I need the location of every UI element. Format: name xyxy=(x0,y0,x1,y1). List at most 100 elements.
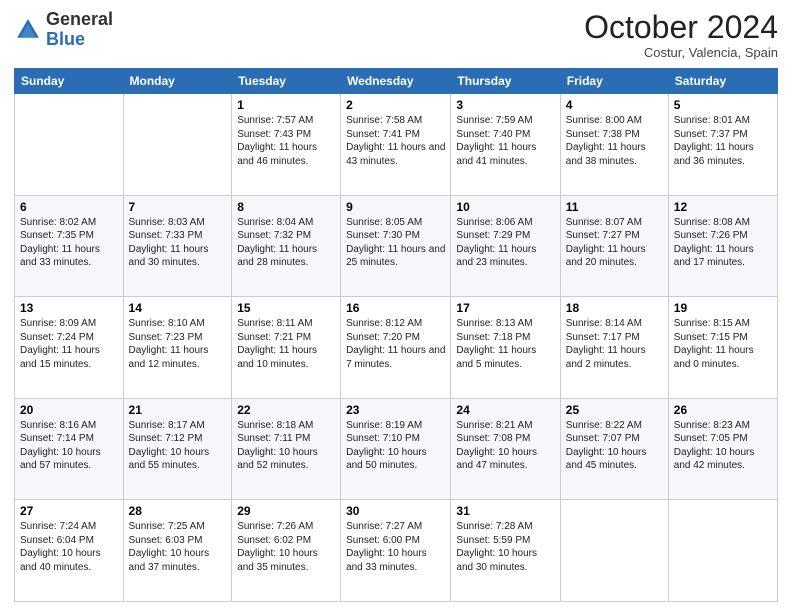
day-number: 1 xyxy=(237,98,335,112)
calendar-cell: 27 Sunrise: 7:24 AM Sunset: 6:04 PM Dayli… xyxy=(15,500,124,602)
day-info: Sunrise: 7:57 AM Sunset: 7:43 PM Dayligh… xyxy=(237,114,335,168)
day-number: 14 xyxy=(129,301,227,315)
day-info: Sunrise: 8:09 AM Sunset: 7:24 PM Dayligh… xyxy=(20,317,118,371)
calendar-cell: 23 Sunrise: 8:19 AM Sunset: 7:10 PM Dayli… xyxy=(341,398,451,500)
day-info: Sunrise: 8:14 AM Sunset: 7:17 PM Dayligh… xyxy=(566,317,663,371)
day-number: 15 xyxy=(237,301,335,315)
day-number: 31 xyxy=(456,504,554,518)
calendar-cell xyxy=(15,94,124,196)
day-info: Sunrise: 8:21 AM Sunset: 7:08 PM Dayligh… xyxy=(456,419,554,473)
day-number: 5 xyxy=(674,98,772,112)
calendar-week-2: 6Sunrise: 8:02 AM Sunset: 7:35 PM Daylig… xyxy=(15,195,778,297)
day-number: 16 xyxy=(346,301,445,315)
calendar-cell: 7 Sunrise: 8:03 AM Sunset: 7:33 PM Daylig… xyxy=(123,195,232,297)
day-info: Sunrise: 8:19 AM Sunset: 7:10 PM Dayligh… xyxy=(346,419,445,473)
logo-icon xyxy=(14,16,42,44)
calendar-cell: 25Sunrise: 8:22 AM Sunset: 7:07 PM Dayli… xyxy=(560,398,668,500)
day-info: Sunrise: 7:59 AM Sunset: 7:40 PM Dayligh… xyxy=(456,114,554,168)
calendar: SundayMondayTuesdayWednesdayThursdayFrid… xyxy=(14,68,778,602)
calendar-cell: 20Sunrise: 8:16 AM Sunset: 7:14 PM Dayli… xyxy=(15,398,124,500)
calendar-cell: 14 Sunrise: 8:10 AM Sunset: 7:23 PM Dayli… xyxy=(123,297,232,399)
day-info: Sunrise: 7:27 AM Sunset: 6:00 PM Dayligh… xyxy=(346,520,445,574)
day-info: Sunrise: 8:10 AM Sunset: 7:23 PM Dayligh… xyxy=(129,317,227,371)
day-info: Sunrise: 8:15 AM Sunset: 7:15 PM Dayligh… xyxy=(674,317,772,371)
day-number: 26 xyxy=(674,403,772,417)
calendar-week-4: 20Sunrise: 8:16 AM Sunset: 7:14 PM Dayli… xyxy=(15,398,778,500)
calendar-cell: 29 Sunrise: 7:26 AM Sunset: 6:02 PM Dayli… xyxy=(232,500,341,602)
day-info: Sunrise: 7:58 AM Sunset: 7:41 PM Dayligh… xyxy=(346,114,445,168)
day-number: 7 xyxy=(129,200,227,214)
month-title: October 2024 xyxy=(584,10,778,45)
day-number: 30 xyxy=(346,504,445,518)
calendar-header-friday: Friday xyxy=(560,69,668,94)
calendar-cell: 24 Sunrise: 8:21 AM Sunset: 7:08 PM Dayli… xyxy=(451,398,560,500)
day-info: Sunrise: 8:08 AM Sunset: 7:26 PM Dayligh… xyxy=(674,216,772,270)
calendar-cell: 30 Sunrise: 7:27 AM Sunset: 6:00 PM Dayli… xyxy=(341,500,451,602)
day-number: 25 xyxy=(566,403,663,417)
day-info: Sunrise: 8:06 AM Sunset: 7:29 PM Dayligh… xyxy=(456,216,554,270)
calendar-cell: 4 Sunrise: 8:00 AM Sunset: 7:38 PM Daylig… xyxy=(560,94,668,196)
day-number: 18 xyxy=(566,301,663,315)
day-number: 23 xyxy=(346,403,445,417)
calendar-cell: 3Sunrise: 7:59 AM Sunset: 7:40 PM Daylig… xyxy=(451,94,560,196)
calendar-cell xyxy=(560,500,668,602)
calendar-cell: 21 Sunrise: 8:17 AM Sunset: 7:12 PM Dayli… xyxy=(123,398,232,500)
calendar-cell: 2Sunrise: 7:58 AM Sunset: 7:41 PM Daylig… xyxy=(341,94,451,196)
calendar-cell: 19 Sunrise: 8:15 AM Sunset: 7:15 PM Dayli… xyxy=(668,297,777,399)
day-info: Sunrise: 8:03 AM Sunset: 7:33 PM Dayligh… xyxy=(129,216,227,270)
calendar-cell: 22Sunrise: 8:18 AM Sunset: 7:11 PM Dayli… xyxy=(232,398,341,500)
logo: General Blue xyxy=(14,10,113,50)
calendar-cell: 28Sunrise: 7:25 AM Sunset: 6:03 PM Dayli… xyxy=(123,500,232,602)
day-number: 27 xyxy=(20,504,118,518)
calendar-cell: 13 Sunrise: 8:09 AM Sunset: 7:24 PM Dayli… xyxy=(15,297,124,399)
calendar-cell: 26Sunrise: 8:23 AM Sunset: 7:05 PM Dayli… xyxy=(668,398,777,500)
calendar-cell: 9Sunrise: 8:05 AM Sunset: 7:30 PM Daylig… xyxy=(341,195,451,297)
day-info: Sunrise: 8:07 AM Sunset: 7:27 PM Dayligh… xyxy=(566,216,663,270)
day-number: 17 xyxy=(456,301,554,315)
calendar-cell: 1 Sunrise: 7:57 AM Sunset: 7:43 PM Daylig… xyxy=(232,94,341,196)
calendar-cell: 10Sunrise: 8:06 AM Sunset: 7:29 PM Dayli… xyxy=(451,195,560,297)
day-info: Sunrise: 8:05 AM Sunset: 7:30 PM Dayligh… xyxy=(346,216,445,270)
day-info: Sunrise: 7:24 AM Sunset: 6:04 PM Dayligh… xyxy=(20,520,118,574)
calendar-header-wednesday: Wednesday xyxy=(341,69,451,94)
calendar-cell: 17 Sunrise: 8:13 AM Sunset: 7:18 PM Dayli… xyxy=(451,297,560,399)
calendar-week-5: 27 Sunrise: 7:24 AM Sunset: 6:04 PM Dayli… xyxy=(15,500,778,602)
logo-general: General xyxy=(46,9,113,29)
day-number: 8 xyxy=(237,200,335,214)
calendar-cell: 8 Sunrise: 8:04 AM Sunset: 7:32 PM Daylig… xyxy=(232,195,341,297)
calendar-header-row: SundayMondayTuesdayWednesdayThursdayFrid… xyxy=(15,69,778,94)
day-number: 24 xyxy=(456,403,554,417)
day-info: Sunrise: 8:11 AM Sunset: 7:21 PM Dayligh… xyxy=(237,317,335,371)
day-info: Sunrise: 8:13 AM Sunset: 7:18 PM Dayligh… xyxy=(456,317,554,371)
title-block: October 2024 Costur, Valencia, Spain xyxy=(584,10,778,60)
calendar-cell xyxy=(123,94,232,196)
day-number: 20 xyxy=(20,403,118,417)
logo-blue: Blue xyxy=(46,29,85,49)
calendar-cell: 11 Sunrise: 8:07 AM Sunset: 7:27 PM Dayli… xyxy=(560,195,668,297)
calendar-cell xyxy=(668,500,777,602)
calendar-cell: 5Sunrise: 8:01 AM Sunset: 7:37 PM Daylig… xyxy=(668,94,777,196)
day-number: 21 xyxy=(129,403,227,417)
calendar-header-saturday: Saturday xyxy=(668,69,777,94)
day-info: Sunrise: 7:25 AM Sunset: 6:03 PM Dayligh… xyxy=(129,520,227,574)
day-number: 4 xyxy=(566,98,663,112)
day-info: Sunrise: 8:17 AM Sunset: 7:12 PM Dayligh… xyxy=(129,419,227,473)
calendar-cell: 16 Sunrise: 8:12 AM Sunset: 7:20 PM Dayli… xyxy=(341,297,451,399)
day-number: 13 xyxy=(20,301,118,315)
day-info: Sunrise: 7:26 AM Sunset: 6:02 PM Dayligh… xyxy=(237,520,335,574)
day-number: 12 xyxy=(674,200,772,214)
day-info: Sunrise: 8:12 AM Sunset: 7:20 PM Dayligh… xyxy=(346,317,445,371)
day-number: 19 xyxy=(674,301,772,315)
day-number: 11 xyxy=(566,200,663,214)
calendar-cell: 31Sunrise: 7:28 AM Sunset: 5:59 PM Dayli… xyxy=(451,500,560,602)
day-info: Sunrise: 8:00 AM Sunset: 7:38 PM Dayligh… xyxy=(566,114,663,168)
header: General Blue October 2024 Costur, Valenc… xyxy=(14,10,778,60)
day-info: Sunrise: 8:04 AM Sunset: 7:32 PM Dayligh… xyxy=(237,216,335,270)
day-number: 29 xyxy=(237,504,335,518)
calendar-cell: 6Sunrise: 8:02 AM Sunset: 7:35 PM Daylig… xyxy=(15,195,124,297)
day-info: Sunrise: 8:02 AM Sunset: 7:35 PM Dayligh… xyxy=(20,216,118,270)
calendar-cell: 15 Sunrise: 8:11 AM Sunset: 7:21 PM Dayli… xyxy=(232,297,341,399)
logo-text: General Blue xyxy=(46,10,113,50)
calendar-header-thursday: Thursday xyxy=(451,69,560,94)
calendar-header-sunday: Sunday xyxy=(15,69,124,94)
